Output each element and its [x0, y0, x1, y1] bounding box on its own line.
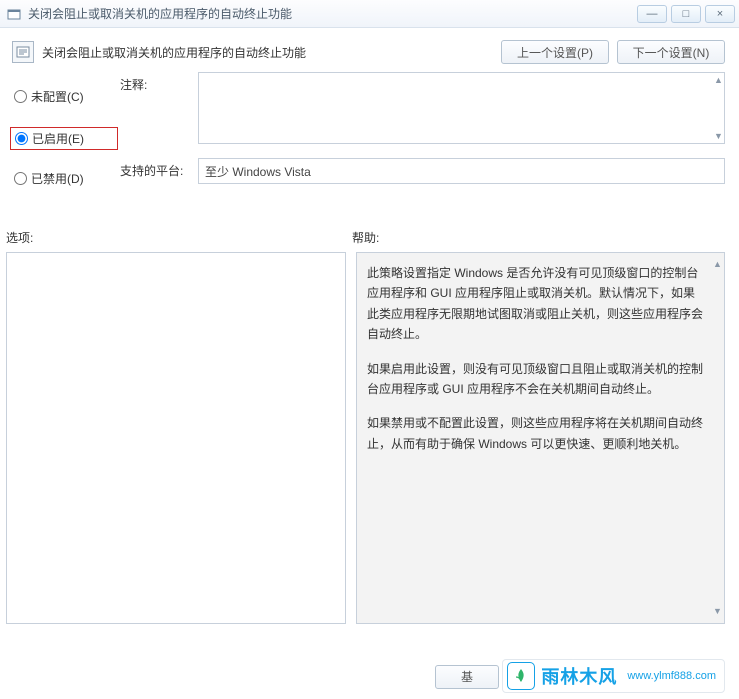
watermark-url: www.ylmf888.com	[627, 670, 716, 682]
config-area: 未配置(C) 已启用(E) 已禁用(D) 注释: ▲ ▼ 支持的平台: 至少 W…	[0, 72, 739, 219]
fields-column: 注释: ▲ ▼ 支持的平台: 至少 Windows Vista	[120, 72, 725, 209]
maximize-button[interactable]: □	[671, 5, 701, 23]
watermark-logo-icon	[507, 662, 535, 690]
help-label: 帮助:	[352, 229, 725, 246]
help-scroll-up-icon[interactable]: ▲	[713, 257, 721, 272]
comment-textarea[interactable]: ▲ ▼	[198, 72, 725, 144]
app-icon	[6, 6, 22, 22]
watermark-brand: 雨林木风	[541, 663, 617, 689]
minimize-button[interactable]: —	[637, 5, 667, 23]
title-bar: 关闭会阻止或取消关机的应用程序的自动终止功能 — □ ×	[0, 0, 739, 28]
help-paragraph-3: 如果禁用或不配置此设置，则这些应用程序将在关机期间自动终止，从而有助于确保 Wi…	[367, 413, 704, 454]
window-title: 关闭会阻止或取消关机的应用程序的自动终止功能	[28, 5, 633, 22]
help-panel: ▲ ▼ 此策略设置指定 Windows 是否允许没有可见顶级窗口的控制台应用程序…	[356, 252, 725, 624]
radio-not-configured-input[interactable]	[14, 90, 27, 103]
policy-title: 关闭会阻止或取消关机的应用程序的自动终止功能	[42, 44, 493, 61]
radio-disabled-label: 已禁用(D)	[31, 170, 84, 187]
scroll-down-icon[interactable]: ▼	[714, 131, 722, 141]
window-buttons: — □ ×	[633, 5, 735, 23]
watermark: 雨林木风 www.ylmf888.com	[502, 659, 725, 693]
header-row: 关闭会阻止或取消关机的应用程序的自动终止功能 上一个设置(P) 下一个设置(N)	[0, 28, 739, 72]
radio-disabled-input[interactable]	[14, 172, 27, 185]
platform-value-box: 至少 Windows Vista	[198, 158, 725, 184]
comment-label: 注释:	[120, 72, 188, 93]
policy-icon	[12, 41, 34, 63]
radio-not-configured[interactable]: 未配置(C)	[14, 88, 114, 105]
radio-enabled[interactable]: 已启用(E)	[10, 127, 118, 150]
footer-buttons: 基	[435, 665, 499, 689]
lower-panels: ▲ ▼ 此策略设置指定 Windows 是否允许没有可见顶级窗口的控制台应用程序…	[0, 252, 739, 624]
options-label: 选项:	[6, 229, 352, 246]
options-panel	[6, 252, 346, 624]
radio-enabled-input[interactable]	[15, 132, 28, 145]
help-paragraph-2: 如果启用此设置，则没有可见顶级窗口且阻止或取消关机的控制台应用程序或 GUI 应…	[367, 359, 704, 400]
platform-label: 支持的平台:	[120, 158, 188, 179]
comment-row: 注释: ▲ ▼	[120, 72, 725, 144]
radio-enabled-label: 已启用(E)	[32, 130, 84, 147]
scroll-up-icon[interactable]: ▲	[714, 75, 722, 85]
close-button[interactable]: ×	[705, 5, 735, 23]
help-scroll-down-icon[interactable]: ▼	[713, 604, 721, 619]
platform-value: 至少 Windows Vista	[205, 165, 311, 179]
footer-button-stub[interactable]: 基	[435, 665, 499, 689]
next-setting-button[interactable]: 下一个设置(N)	[617, 40, 725, 64]
previous-setting-button[interactable]: 上一个设置(P)	[501, 40, 609, 64]
radio-disabled[interactable]: 已禁用(D)	[14, 170, 114, 187]
radio-not-configured-label: 未配置(C)	[31, 88, 84, 105]
platform-row: 支持的平台: 至少 Windows Vista	[120, 158, 725, 184]
state-radios: 未配置(C) 已启用(E) 已禁用(D)	[14, 72, 114, 209]
section-labels: 选项: 帮助:	[0, 219, 739, 252]
help-paragraph-1: 此策略设置指定 Windows 是否允许没有可见顶级窗口的控制台应用程序和 GU…	[367, 263, 704, 345]
